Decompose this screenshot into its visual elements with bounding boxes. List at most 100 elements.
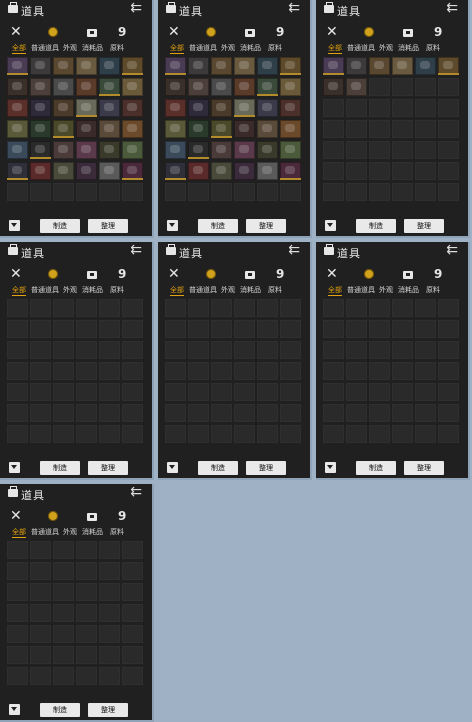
tab-4[interactable]: 原料 <box>426 284 440 296</box>
back-arrow-icon[interactable]: ⇇ <box>130 243 142 257</box>
item-slot[interactable] <box>76 162 97 180</box>
sort-button[interactable]: 整理 <box>246 461 286 475</box>
tab-1[interactable]: 普通道具 <box>31 284 59 296</box>
filter-icon[interactable] <box>325 220 336 231</box>
item-slot[interactable] <box>234 57 255 75</box>
item-slot[interactable] <box>165 57 186 75</box>
item-slot[interactable] <box>392 57 413 75</box>
gourd-icon[interactable]: 9 <box>118 509 126 523</box>
item-slot[interactable] <box>76 78 97 96</box>
tab-4[interactable]: 原料 <box>268 42 282 54</box>
item-slot[interactable] <box>122 141 143 159</box>
item-slot[interactable] <box>53 162 74 180</box>
gold-bag-icon[interactable] <box>364 27 374 37</box>
item-slot[interactable] <box>438 57 459 75</box>
filter-icon[interactable] <box>9 220 20 231</box>
gold-bag-icon[interactable] <box>364 269 374 279</box>
make-button[interactable]: 制造 <box>40 703 80 717</box>
tab-2[interactable]: 外观 <box>63 526 77 538</box>
item-slot[interactable] <box>165 78 186 96</box>
item-slot[interactable] <box>369 57 390 75</box>
gold-bag-icon[interactable] <box>48 269 58 279</box>
filter-icon[interactable] <box>167 220 178 231</box>
chest-icon[interactable] <box>87 29 97 37</box>
item-slot[interactable] <box>53 120 74 138</box>
sort-button[interactable]: 整理 <box>88 703 128 717</box>
item-slot[interactable] <box>7 120 28 138</box>
make-button[interactable]: 制造 <box>40 219 80 233</box>
tab-1[interactable]: 普通道具 <box>31 42 59 54</box>
item-slot[interactable] <box>99 99 120 117</box>
item-slot[interactable] <box>211 57 232 75</box>
item-slot[interactable] <box>257 99 278 117</box>
tab-2[interactable]: 外观 <box>221 42 235 54</box>
item-slot[interactable] <box>211 78 232 96</box>
item-slot[interactable] <box>76 120 97 138</box>
tab-3[interactable]: 消耗品 <box>240 284 261 296</box>
item-slot[interactable] <box>122 99 143 117</box>
item-slot[interactable] <box>346 78 367 96</box>
item-slot[interactable] <box>234 162 255 180</box>
sort-button[interactable]: 整理 <box>404 219 444 233</box>
chest-icon[interactable] <box>245 29 255 37</box>
tab-4[interactable]: 原料 <box>268 284 282 296</box>
item-slot[interactable] <box>7 99 28 117</box>
item-slot[interactable] <box>234 99 255 117</box>
gold-bag-icon[interactable] <box>48 511 58 521</box>
item-slot[interactable] <box>165 141 186 159</box>
tab-1[interactable]: 普通道具 <box>189 284 217 296</box>
chest-icon[interactable] <box>403 271 413 279</box>
tab-1[interactable]: 普通道具 <box>347 284 375 296</box>
item-slot[interactable] <box>99 162 120 180</box>
item-slot[interactable] <box>234 120 255 138</box>
chest-icon[interactable] <box>245 271 255 279</box>
filter-icon[interactable] <box>9 462 20 473</box>
item-slot[interactable] <box>122 162 143 180</box>
make-button[interactable]: 制造 <box>356 219 396 233</box>
gold-bag-icon[interactable] <box>206 27 216 37</box>
item-slot[interactable] <box>30 57 51 75</box>
item-slot[interactable] <box>280 57 301 75</box>
item-slot[interactable] <box>257 78 278 96</box>
chest-icon[interactable] <box>87 271 97 279</box>
item-slot[interactable] <box>7 57 28 75</box>
item-slot[interactable] <box>415 57 436 75</box>
item-slot[interactable] <box>257 120 278 138</box>
item-slot[interactable] <box>211 162 232 180</box>
gourd-icon[interactable]: 9 <box>118 25 126 39</box>
tab-3[interactable]: 消耗品 <box>240 42 261 54</box>
item-slot[interactable] <box>99 141 120 159</box>
item-slot[interactable] <box>280 141 301 159</box>
item-slot[interactable] <box>211 99 232 117</box>
filter-icon[interactable] <box>9 704 20 715</box>
back-arrow-icon[interactable]: ⇇ <box>130 1 142 15</box>
item-slot[interactable] <box>188 99 209 117</box>
item-slot[interactable] <box>165 99 186 117</box>
make-button[interactable]: 制造 <box>198 219 238 233</box>
tab-4[interactable]: 原料 <box>426 42 440 54</box>
item-slot[interactable] <box>280 120 301 138</box>
tab-3[interactable]: 消耗品 <box>398 42 419 54</box>
item-slot[interactable] <box>257 57 278 75</box>
back-arrow-icon[interactable]: ⇇ <box>130 485 142 499</box>
close-icon[interactable]: ✕ <box>326 25 338 39</box>
item-slot[interactable] <box>257 141 278 159</box>
item-slot[interactable] <box>280 162 301 180</box>
tab-1[interactable]: 普通道具 <box>31 526 59 538</box>
item-slot[interactable] <box>53 78 74 96</box>
tab-2[interactable]: 外观 <box>379 42 393 54</box>
item-slot[interactable] <box>280 78 301 96</box>
item-slot[interactable] <box>257 162 278 180</box>
item-slot[interactable] <box>30 162 51 180</box>
sort-button[interactable]: 整理 <box>88 219 128 233</box>
item-slot[interactable] <box>346 57 367 75</box>
item-slot[interactable] <box>7 78 28 96</box>
tab-1[interactable]: 普通道具 <box>189 42 217 54</box>
sort-button[interactable]: 整理 <box>246 219 286 233</box>
item-slot[interactable] <box>122 78 143 96</box>
make-button[interactable]: 制造 <box>198 461 238 475</box>
filter-icon[interactable] <box>325 462 336 473</box>
item-slot[interactable] <box>99 57 120 75</box>
back-arrow-icon[interactable]: ⇇ <box>446 1 458 15</box>
tab-2[interactable]: 外观 <box>221 284 235 296</box>
